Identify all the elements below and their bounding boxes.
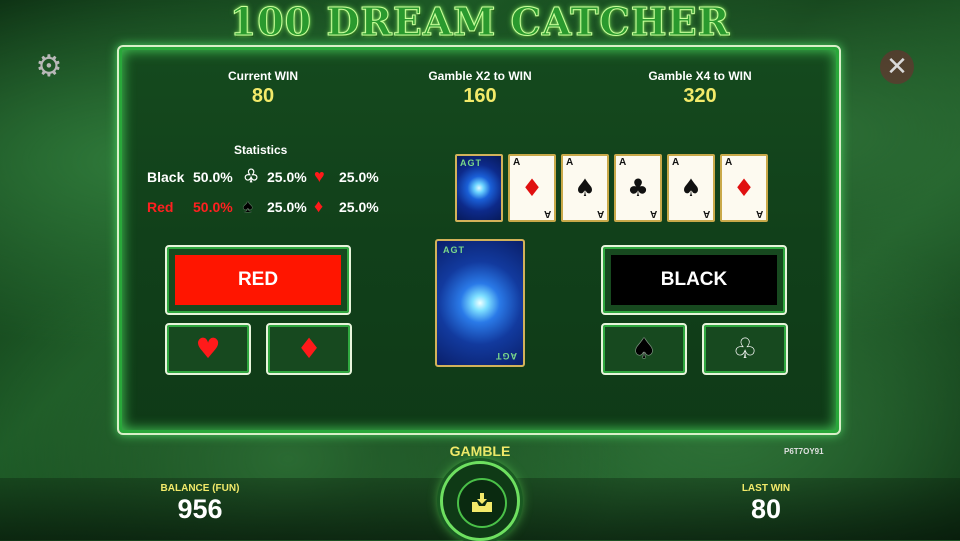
close-icon[interactable]: ✕ [880, 50, 914, 84]
card-rank: A [755, 208, 763, 219]
stat-red-label: Red [147, 199, 174, 215]
gear-icon[interactable]: ⚙ [34, 52, 64, 82]
card-suit-icon: ♠ [574, 174, 596, 202]
black-button-label: BLACK [611, 255, 777, 305]
red-button[interactable]: RED [165, 245, 351, 315]
history-card: A ♠ A [561, 154, 609, 222]
card-rank: A [702, 208, 710, 219]
dealt-card-back: AGT AGT [435, 239, 525, 367]
gamble-x4: Gamble X4 to WIN 320 [600, 69, 800, 108]
club-icon: ♧ [732, 332, 758, 365]
heart-icon: ♥ [314, 166, 325, 186]
hearts-button[interactable]: ♥ [165, 323, 251, 375]
current-win: Current WIN 80 [163, 69, 363, 108]
stat-spade-percent: 25.0% [267, 199, 307, 215]
current-win-value: 80 [251, 85, 275, 107]
card-suit-icon: ♦ [521, 174, 543, 202]
gamble-x2-label: Gamble X2 to WIN [428, 69, 532, 83]
history-card: A ♣ A [614, 154, 662, 222]
history-card: A ♠ A [667, 154, 715, 222]
stat-black-label: Black [147, 169, 185, 185]
history-card: A ♦ A [720, 154, 768, 222]
card-suit-icon: ♣ [627, 174, 649, 202]
gamble-button[interactable] [440, 461, 520, 541]
card-rank: A [566, 157, 574, 168]
card-suit-icon: ♦ [733, 174, 755, 202]
card-rank: A [649, 208, 657, 219]
diamonds-button[interactable]: ♦ [266, 323, 352, 375]
collect-icon [457, 478, 507, 528]
card-back-brand: AGT [495, 351, 517, 361]
card-rank: A [619, 157, 627, 168]
current-win-label: Current WIN [228, 69, 298, 83]
gamble-x4-label: Gamble X4 to WIN [648, 69, 752, 83]
card-rank: A [513, 157, 521, 168]
card-rank: A [672, 157, 680, 168]
gamble-x2-value: 160 [463, 85, 497, 107]
balance-label: BALANCE (FUN) [160, 483, 240, 494]
spades-button[interactable]: ♠ [601, 323, 687, 375]
gamble-label: GAMBLE [449, 443, 511, 459]
red-button-label: RED [175, 255, 341, 305]
history-card: A ♦ A [508, 154, 556, 222]
stat-diamond-percent: 25.0% [339, 199, 379, 215]
stat-heart-percent: 25.0% [339, 169, 379, 185]
session-code: P6T7OY91 [784, 447, 824, 456]
spade-icon: ♠ [243, 196, 253, 216]
stat-red-percent: 50.0% [193, 199, 233, 215]
game-logo: 100 DREAM CATCHER [229, 0, 731, 44]
heart-icon: ♥ [195, 332, 221, 365]
statistics-title: Statistics [234, 143, 288, 157]
card-back-brand: AGT [443, 245, 465, 255]
spade-icon: ♠ [631, 332, 657, 365]
last-win-value: 80 [750, 494, 782, 524]
clubs-button[interactable]: ♧ [702, 323, 788, 375]
card-rank: A [725, 157, 733, 168]
black-button[interactable]: BLACK [601, 245, 787, 315]
diamond-icon: ♦ [296, 332, 322, 365]
card-rank: A [596, 208, 604, 219]
stat-club-percent: 25.0% [267, 169, 307, 185]
card-rank: A [543, 208, 551, 219]
gamble-x4-value: 320 [683, 85, 717, 107]
stat-black-percent: 50.0% [193, 169, 233, 185]
balance-value: 956 [177, 494, 223, 524]
diamond-icon: ♦ [314, 196, 324, 216]
gamble-x2: Gamble X2 to WIN 160 [380, 69, 580, 108]
card-back-brand: AGT [460, 158, 482, 168]
club-icon: ♧ [243, 166, 260, 186]
card-suit-icon: ♠ [680, 174, 702, 202]
history-card-back: AGT [455, 154, 503, 222]
last-win-label: LAST WIN [741, 483, 791, 494]
gamble-panel: Current WIN 80 Gamble X2 to WIN 160 Gamb… [117, 45, 841, 435]
